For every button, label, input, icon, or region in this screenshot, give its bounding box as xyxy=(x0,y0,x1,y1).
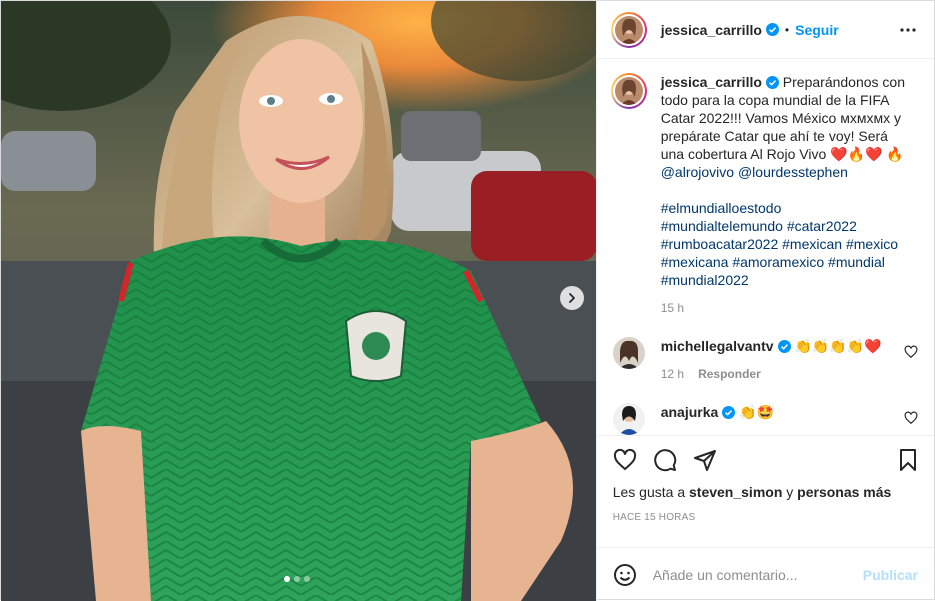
comment-text: 👏👏👏👏❤️ xyxy=(794,338,882,354)
commenter-avatar[interactable] xyxy=(612,337,645,369)
hashtag-link[interactable]: #mundialtelemundo xyxy=(661,218,783,234)
reply-button[interactable]: Responder xyxy=(698,367,761,381)
hashtag-link[interactable]: #rumboacatar2022 xyxy=(661,236,779,252)
post-media[interactable] xyxy=(1,1,596,601)
liker-username[interactable]: steven_simon xyxy=(689,484,782,500)
author-avatar[interactable] xyxy=(610,11,647,48)
caption-time: 15 h xyxy=(660,301,685,315)
comment-username[interactable]: anajurka xyxy=(661,404,719,420)
caption-body: jessica_carrillo Preparándonos con todo … xyxy=(661,73,911,317)
verified-badge-icon xyxy=(765,23,779,36)
comment-body: michellegalvantv 👏👏👏👏❤️ 12 h Responder xyxy=(661,337,882,383)
follow-button[interactable]: Seguir xyxy=(795,22,839,38)
mention-link[interactable]: @lourdesstephen xyxy=(738,164,848,180)
heart-icon[interactable] xyxy=(613,448,637,472)
more-options-icon[interactable] xyxy=(896,18,920,42)
avatar-image xyxy=(614,15,643,44)
verified-badge-icon xyxy=(722,406,736,419)
carousel-dot xyxy=(284,576,290,582)
hashtag-link[interactable]: #elmundialloestodo xyxy=(661,200,782,216)
comment-icon[interactable] xyxy=(653,448,677,472)
avatar-image xyxy=(614,77,643,105)
action-bar xyxy=(613,436,920,484)
instagram-post: jessica_carrillo • Seguir jessica_carril… xyxy=(0,0,935,601)
hashtag-link[interactable]: #catar2022 xyxy=(787,218,857,234)
post-side-panel: jessica_carrillo • Seguir jessica_carril… xyxy=(595,1,934,601)
comment-item: anajurka 👏🤩 xyxy=(611,403,918,435)
avatar-image xyxy=(612,337,645,369)
commenter-avatar[interactable] xyxy=(612,403,645,435)
caption: jessica_carrillo Preparándonos con todo … xyxy=(610,73,918,317)
hashtag-link[interactable]: #amoramexico xyxy=(732,254,824,270)
add-comment-bar: Publicar xyxy=(596,547,934,601)
comments-list[interactable]: jessica_carrillo Preparándonos con todo … xyxy=(597,59,934,435)
carousel-indicator xyxy=(284,576,310,582)
heart-icon[interactable] xyxy=(904,411,918,425)
caption-username[interactable]: jessica_carrillo xyxy=(661,74,762,90)
post-photo xyxy=(1,1,596,601)
emoji-icon[interactable] xyxy=(613,563,637,587)
carousel-dot xyxy=(304,576,310,582)
post-header: jessica_carrillo • Seguir xyxy=(596,1,934,59)
hashtags: #elmundialloestodo #mundialtelemundo #ca… xyxy=(661,199,911,289)
post-actions: Les gusta a steven_simon y personas más … xyxy=(596,435,934,547)
author-username[interactable]: jessica_carrillo xyxy=(661,22,762,38)
comment-body: anajurka 👏🤩 xyxy=(661,403,774,421)
hashtag-link[interactable]: #mexican xyxy=(782,236,842,252)
hashtag-link[interactable]: #mundial2022 xyxy=(661,272,749,288)
comment-text: 👏🤩 xyxy=(739,404,775,420)
publish-button[interactable]: Publicar xyxy=(863,567,918,583)
comment-username[interactable]: michellegalvantv xyxy=(661,338,774,354)
chevron-right-icon xyxy=(569,293,575,303)
hashtag-link[interactable]: #mexico xyxy=(846,236,898,252)
hashtag-link[interactable]: #mundial xyxy=(828,254,885,270)
carousel-dot xyxy=(294,576,300,582)
next-slide-button[interactable] xyxy=(560,286,584,310)
avatar-image xyxy=(612,403,645,435)
mention-link[interactable]: @alrojovivo xyxy=(661,164,734,180)
post-timestamp[interactable]: HACE 15 HORAS xyxy=(613,512,920,523)
comment-time: 12 h xyxy=(660,367,685,381)
comment-input[interactable] xyxy=(652,566,863,583)
separator: • xyxy=(784,22,790,37)
likes-others-link[interactable]: personas más xyxy=(797,484,891,500)
share-icon[interactable] xyxy=(693,448,717,472)
likes-summary: Les gusta a steven_simon y personas más xyxy=(613,484,920,500)
heart-icon[interactable] xyxy=(904,345,918,359)
bookmark-icon[interactable] xyxy=(896,448,920,472)
likes-prefix: Les gusta a xyxy=(612,484,686,500)
hashtag-link[interactable]: #mexicana xyxy=(661,254,729,270)
comment-item: michellegalvantv 👏👏👏👏❤️ 12 h Responder xyxy=(611,337,918,383)
caption-avatar[interactable] xyxy=(610,73,647,109)
likes-conjunction: y xyxy=(786,484,794,500)
verified-badge-icon xyxy=(777,340,791,353)
verified-badge-icon xyxy=(765,76,779,89)
